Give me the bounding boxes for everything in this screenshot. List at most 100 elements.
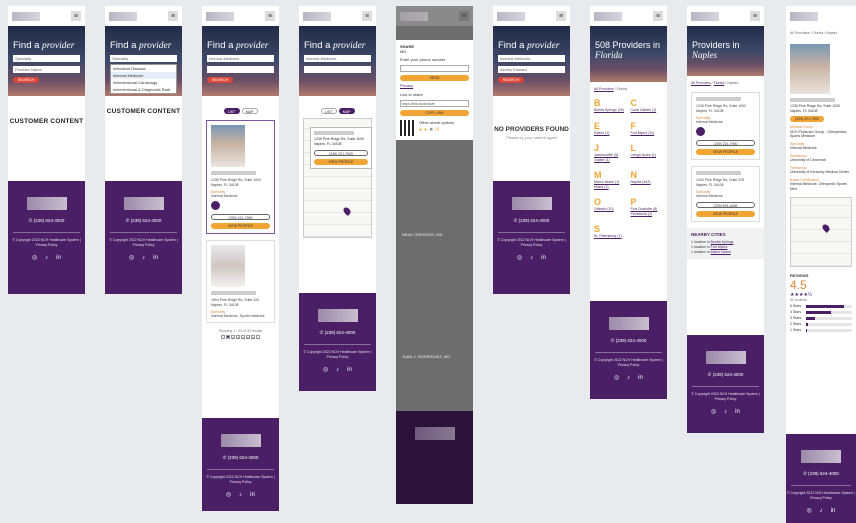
dropdown-option[interactable]: Interventional & Diagnostic Radi xyxy=(111,86,176,93)
provider-card[interactable]: 1894 Pine Ridge Rd, Suite 220 Naples, FL… xyxy=(206,240,275,323)
phone-button[interactable]: (239) 221-7900 xyxy=(211,214,270,220)
page-number[interactable]: 2 xyxy=(231,335,235,340)
logo[interactable] xyxy=(790,11,818,21)
tiktok-icon[interactable]: ♪ xyxy=(237,492,244,499)
tiktok-icon[interactable]: ♪ xyxy=(528,255,535,262)
page-next[interactable]: › xyxy=(256,335,260,340)
specialty-input[interactable]: Internal Medicine xyxy=(207,55,274,62)
menu-icon[interactable]: ≡ xyxy=(362,11,372,21)
tiktok-icon[interactable]: ♪ xyxy=(334,367,341,374)
provider-name-input[interactable] xyxy=(207,66,274,73)
provider-name-input[interactable] xyxy=(304,66,371,73)
phone-button[interactable]: (239) 221-7900 xyxy=(696,140,755,146)
x-icon[interactable]: ✕ xyxy=(429,127,433,133)
provider-name-input[interactable]: Provider Name xyxy=(13,66,80,73)
instagram-icon[interactable]: ◎ xyxy=(613,375,620,382)
city-link[interactable]: Bonita Springs (25) xyxy=(594,108,627,113)
linkedin-icon[interactable]: in xyxy=(249,492,256,499)
footer-phone[interactable]: ✆ (239) 624-4000 xyxy=(105,218,182,224)
instagram-icon[interactable]: ◎ xyxy=(31,255,38,262)
logo[interactable] xyxy=(594,11,622,21)
logo[interactable] xyxy=(303,11,331,21)
linkedin-icon[interactable]: in xyxy=(540,255,547,262)
city-link[interactable]: Miami (2) xyxy=(594,185,627,190)
provider-card[interactable]: 1235 Pine Ridge Rd, Suite 1000 Naples, F… xyxy=(206,120,275,234)
search-button[interactable]: SEARCH xyxy=(13,77,39,83)
linkedin-icon[interactable]: ● xyxy=(424,127,427,133)
footer-phone[interactable]: ✆ (239) 624-4000 xyxy=(786,471,856,477)
logo[interactable] xyxy=(109,11,137,21)
provider-card[interactable]: 1235 Pine Ridge Rd, Suite 1000 Naples, F… xyxy=(691,92,760,160)
nearby-link[interactable]: Fort Myers xyxy=(711,245,728,249)
phone-button[interactable]: (239) 591-4499 xyxy=(696,202,755,208)
menu-icon[interactable]: ≡ xyxy=(750,11,760,21)
tiktok-icon[interactable]: ♪ xyxy=(818,508,825,515)
search-button[interactable]: SEARCH xyxy=(207,77,233,83)
page-prev[interactable]: ‹ xyxy=(221,335,225,340)
phone-button[interactable]: (239) 221-7900 xyxy=(790,116,824,122)
dropdown-option[interactable]: Interventional Cardiology xyxy=(111,79,176,86)
phone-input[interactable] xyxy=(400,65,469,72)
menu-icon[interactable]: ≡ xyxy=(459,11,469,21)
page-number[interactable]: 4 xyxy=(241,335,245,340)
footer-phone[interactable]: ✆ (239) 624-4000 xyxy=(8,218,85,224)
city-link[interactable]: Jupiter (1) xyxy=(594,158,627,163)
instagram-icon[interactable]: ◎ xyxy=(225,492,232,499)
city-link[interactable]: Orlando (10) xyxy=(594,207,627,212)
view-profile-button[interactable]: VIEW PROFILE xyxy=(696,211,755,217)
menu-icon[interactable]: ≡ xyxy=(71,11,81,21)
footer-phone[interactable]: ✆ (239) 624-4000 xyxy=(299,330,376,336)
view-profile-button[interactable]: VIEW PROFILE xyxy=(211,223,270,229)
tab-list[interactable]: LIST xyxy=(320,108,337,114)
map-pin-icon[interactable] xyxy=(821,223,831,233)
provider-name-input[interactable]: Ashley Edward xyxy=(498,66,565,73)
view-profile-button[interactable]: VIEW PROFILE xyxy=(314,159,368,165)
city-link[interactable]: Naples (443) xyxy=(631,180,664,185)
map-pin-icon[interactable] xyxy=(342,206,352,216)
linkedin-icon[interactable]: in xyxy=(55,255,62,262)
email-icon[interactable]: ✉ xyxy=(435,127,439,133)
menu-icon[interactable]: ≡ xyxy=(653,11,663,21)
tiktok-icon[interactable]: ♪ xyxy=(625,375,632,382)
nearby-link[interactable]: Bonita Springs xyxy=(711,240,734,244)
city-link[interactable]: Lehigh Acres (1) xyxy=(631,153,664,158)
dropdown-option[interactable]: Infectious Disease xyxy=(111,65,176,72)
nearby-link[interactable]: Marco Island xyxy=(711,250,731,254)
city-link[interactable]: St. Petersburg (1) xyxy=(594,234,627,239)
send-button[interactable]: SEND xyxy=(400,75,469,81)
page-number[interactable]: 5 xyxy=(246,335,250,340)
logo[interactable] xyxy=(497,11,525,21)
instagram-icon[interactable]: ◎ xyxy=(710,409,717,416)
breadcrumb-state[interactable]: Florida xyxy=(714,81,725,85)
logo[interactable] xyxy=(691,11,719,21)
specialty-input[interactable]: Specialty xyxy=(13,55,80,62)
tab-list[interactable]: LIST xyxy=(223,108,240,114)
linkedin-icon[interactable]: in xyxy=(637,375,644,382)
dropdown-option[interactable]: Internal Medicine xyxy=(111,72,176,79)
share-link-input[interactable]: https://link.sc/d/share xyxy=(400,100,469,107)
facebook-icon[interactable]: ● xyxy=(419,127,422,133)
menu-icon[interactable]: ≡ xyxy=(265,11,275,21)
breadcrumb-home[interactable]: All Providers xyxy=(691,81,711,85)
breadcrumb-home[interactable]: All Providers xyxy=(594,87,614,91)
city-link[interactable]: Coral Gables (1) xyxy=(631,108,664,113)
page-number[interactable]: 6 xyxy=(251,335,255,340)
specialty-input[interactable]: Internal Medicine xyxy=(304,55,371,62)
phone-button[interactable]: (239) 221-7900 xyxy=(314,150,368,156)
tiktok-icon[interactable]: ♪ xyxy=(140,255,147,262)
instagram-icon[interactable]: ◎ xyxy=(516,255,523,262)
provider-card[interactable]: 1044 Pine Ridge Rd, Suite 225 Naples, FL… xyxy=(691,166,760,222)
city-link[interactable]: Estero (1) xyxy=(594,131,627,136)
footer-phone[interactable]: ✆ (239) 624-4000 xyxy=(687,372,764,378)
view-profile-button[interactable]: VIEW PROFILE xyxy=(696,149,755,155)
logo[interactable] xyxy=(12,11,40,21)
linkedin-icon[interactable]: in xyxy=(346,367,353,374)
specialty-input[interactable]: Specialty xyxy=(110,55,177,62)
page-number[interactable]: 3 xyxy=(236,335,240,340)
tab-map[interactable]: MAP xyxy=(338,108,355,114)
logo[interactable] xyxy=(400,11,428,21)
menu-icon[interactable]: ≡ xyxy=(168,11,178,21)
instagram-icon[interactable]: ◎ xyxy=(806,508,813,515)
tiktok-icon[interactable]: ♪ xyxy=(43,255,50,262)
city-link[interactable]: Pensacola (1) xyxy=(631,212,664,217)
